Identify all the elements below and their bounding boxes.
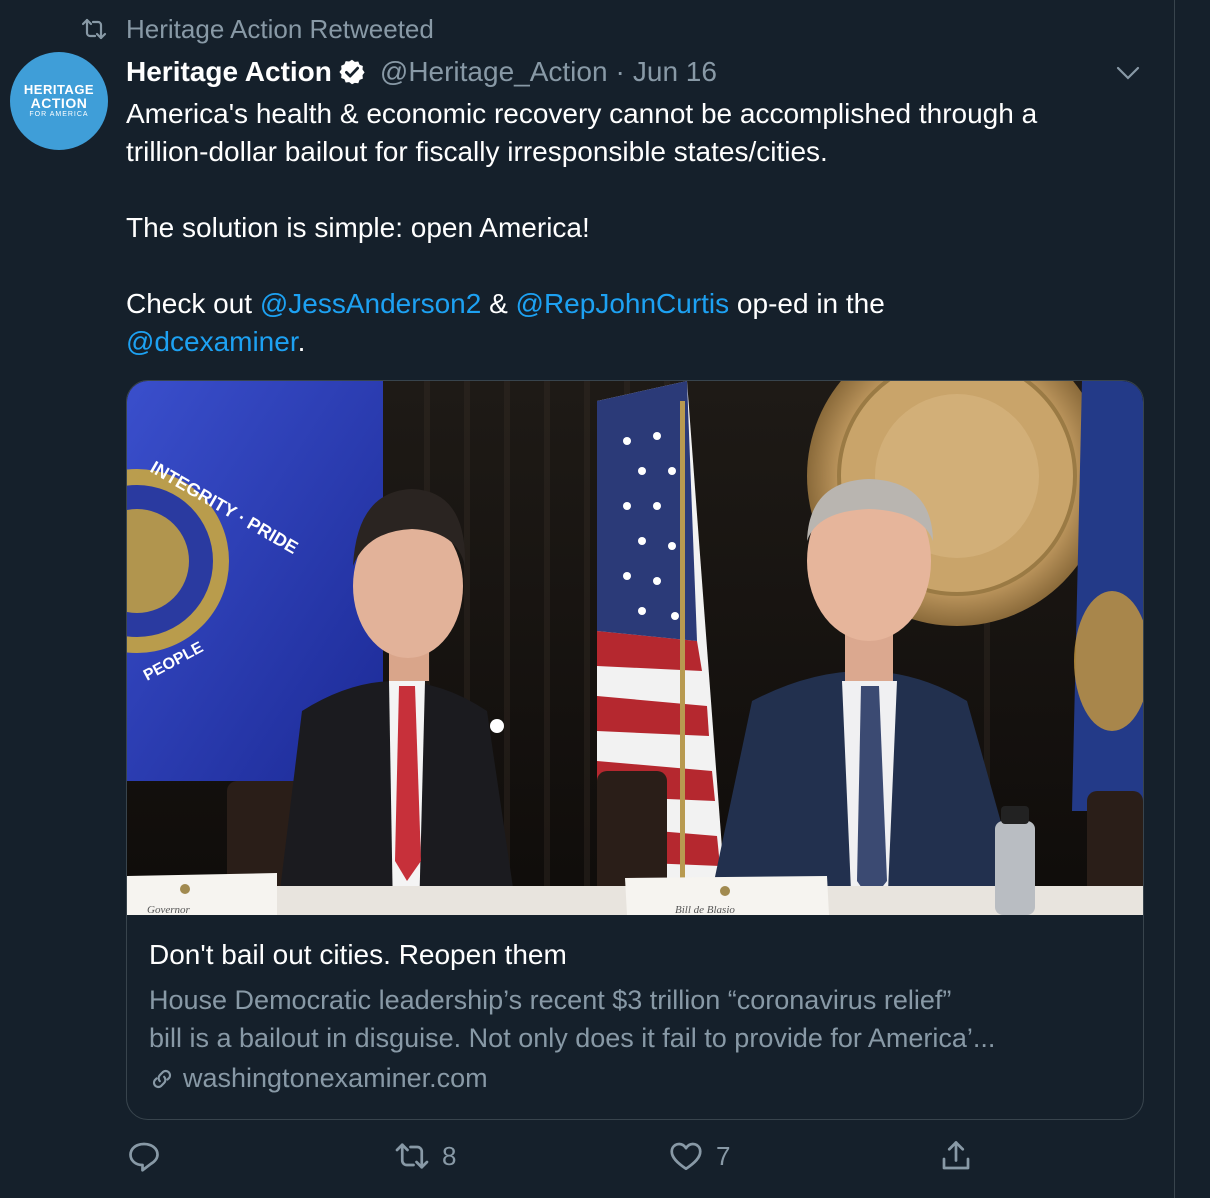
- tweet-text-fragment: Check out: [126, 288, 260, 319]
- placard-right-text: Bill de Blasio: [675, 904, 735, 915]
- retweet-icon: [81, 18, 107, 40]
- tweet-header: Heritage Action @Heritage_Action · Jun 1…: [126, 52, 717, 92]
- press-conference-photo: INTEGRITY · PRIDE PEOPLE Governor Bill d…: [127, 381, 1143, 915]
- tweet-date[interactable]: Jun 16: [633, 56, 717, 88]
- avatar[interactable]: HERITAGE ACTION FOR AMERICA: [10, 52, 108, 150]
- placard-right: Bill de Blasio: [625, 876, 829, 915]
- share-button[interactable]: [938, 1138, 974, 1174]
- card-description-line: bill is a bailout in disguise. Not only …: [149, 1023, 996, 1053]
- author-name[interactable]: Heritage Action: [126, 56, 332, 88]
- share-icon: [942, 1141, 970, 1170]
- reply-icon: [129, 1142, 159, 1172]
- card-title: Don't bail out cities. Reopen them: [149, 939, 567, 970]
- chevron-down-icon[interactable]: [1114, 60, 1142, 84]
- header-separator: ·: [615, 56, 625, 87]
- link-card[interactable]: INTEGRITY · PRIDE PEOPLE Governor Bill d…: [126, 380, 1144, 1120]
- reply-button[interactable]: [126, 1138, 174, 1174]
- tweet-text-line: @dcexaminer.: [126, 323, 1156, 361]
- tweet-text-fragment: &: [481, 288, 516, 319]
- tweet-text-line: Check out @JessAnderson2 & @RepJohnCurti…: [126, 285, 1156, 323]
- retweet-icon: [395, 1143, 429, 1169]
- link-icon: [152, 1069, 172, 1088]
- placard-left-text: Governor: [147, 904, 190, 915]
- card-description-line: House Democratic leadership’s recent $3 …: [149, 985, 952, 1015]
- retweet-banner[interactable]: Heritage Action Retweeted: [80, 14, 434, 44]
- like-button[interactable]: 7: [668, 1138, 730, 1174]
- tweet-text-line: America's health & economic recovery can…: [126, 98, 1038, 129]
- mention-dcexaminer[interactable]: @dcexaminer: [126, 326, 298, 357]
- column-divider: [1174, 0, 1175, 1198]
- card-image[interactable]: INTEGRITY · PRIDE PEOPLE Governor Bill d…: [127, 381, 1143, 915]
- avatar-logo-line2: ACTION: [30, 95, 88, 111]
- author-handle[interactable]: @Heritage_Action: [380, 56, 608, 88]
- tweet-actions: 8 7: [126, 1138, 1006, 1178]
- mention-repjohncurtis[interactable]: @RepJohnCurtis: [516, 288, 730, 319]
- like-count: 7: [716, 1140, 731, 1171]
- retweet-label: Heritage Action Retweeted: [126, 13, 434, 44]
- tweet-text-line: trillion-dollar bailout for fiscally irr…: [126, 136, 828, 167]
- card-text: Don't bail out cities. Reopen them House…: [149, 937, 1129, 1094]
- mention-jessanderson2[interactable]: @JessAnderson2: [260, 288, 481, 319]
- like-icon: [670, 1142, 702, 1171]
- verified-icon: [339, 59, 365, 85]
- tweet-text: America's health & economic recovery can…: [126, 95, 1156, 361]
- tweet-text-fragment: op-ed in the: [729, 288, 885, 319]
- retweet-count: 8: [442, 1140, 457, 1171]
- placard-left: Governor: [127, 873, 277, 915]
- retweet-button[interactable]: 8: [394, 1138, 456, 1174]
- avatar-logo-line3: FOR AMERICA: [29, 111, 89, 118]
- card-domain-text: washingtonexaminer.com: [183, 1063, 488, 1093]
- tweet-text-fragment: .: [297, 326, 306, 357]
- card-domain: washingtonexaminer.com: [149, 1063, 1129, 1094]
- tweet-text-line: The solution is simple: open America!: [126, 212, 590, 243]
